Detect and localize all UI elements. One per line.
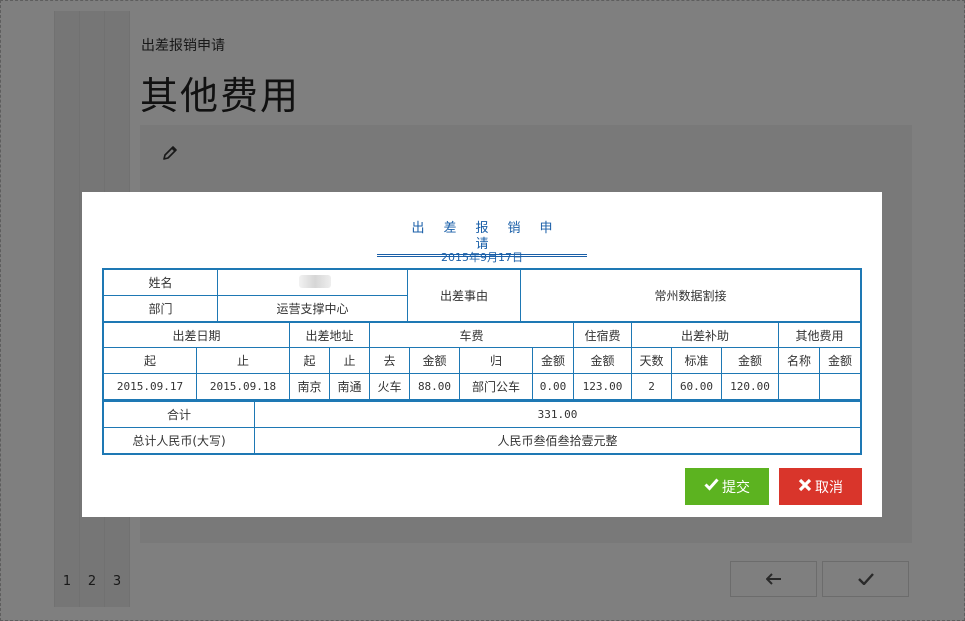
reason-value: 常州数据割接 bbox=[654, 289, 727, 303]
total-label: 合计 bbox=[166, 408, 191, 422]
subheader-go-amount: 金额 bbox=[422, 354, 447, 368]
subheader-standard: 标准 bbox=[684, 354, 709, 368]
reason-label: 出差事由 bbox=[439, 289, 488, 303]
total-value: 331.00 bbox=[537, 408, 578, 421]
subheader-end: 止 bbox=[236, 354, 249, 368]
header-fare: 车费 bbox=[459, 328, 484, 343]
header-lodging: 住宿费 bbox=[584, 328, 621, 343]
subheader-go: 去 bbox=[383, 354, 396, 368]
cancel-label: 取消 bbox=[815, 479, 843, 496]
row-start-date: 2015.09.17 bbox=[116, 380, 184, 393]
header-other: 其他费用 bbox=[795, 328, 844, 343]
subheader-lodging-amount: 金额 bbox=[590, 354, 615, 368]
row-standard: 60.00 bbox=[679, 380, 714, 393]
row-lodging-amount: 123.00 bbox=[582, 380, 623, 393]
subheader-start: 起 bbox=[143, 354, 156, 368]
row-back: 部门公车 bbox=[471, 380, 520, 394]
row-go-amount: 88.00 bbox=[417, 380, 452, 393]
name-value-redacted bbox=[299, 275, 331, 288]
row-allowance-amount: 120.00 bbox=[730, 380, 770, 393]
subheader-back: 归 bbox=[489, 354, 502, 368]
subheader-allowance-amount: 金额 bbox=[737, 354, 762, 368]
row-to: 南通 bbox=[337, 380, 362, 394]
form-date: 2015年9月17日 bbox=[441, 251, 523, 264]
row-other-name bbox=[779, 374, 819, 399]
subheader-other-name: 名称 bbox=[786, 354, 811, 368]
submit-button[interactable]: 提交 bbox=[685, 468, 769, 505]
cancel-button[interactable]: 取消 bbox=[779, 468, 862, 505]
submit-label: 提交 bbox=[722, 479, 750, 496]
subheader-days: 天数 bbox=[639, 354, 664, 368]
total-rmb-label: 总计人民币(大写) bbox=[132, 434, 226, 448]
subheader-back-amount: 金额 bbox=[540, 354, 565, 368]
dept-label: 部门 bbox=[148, 302, 173, 316]
row-other-amount bbox=[820, 374, 860, 399]
total-rmb-value: 人民币叁佰叁拾壹元整 bbox=[497, 434, 618, 448]
row-back-amount: 0.00 bbox=[539, 380, 567, 393]
row-days: 2 bbox=[648, 380, 655, 393]
row-from: 南京 bbox=[297, 380, 322, 394]
header-allowance: 出差补助 bbox=[680, 328, 729, 343]
row-end-date: 2015.09.18 bbox=[209, 380, 277, 393]
row-go: 火车 bbox=[377, 380, 402, 394]
close-icon bbox=[798, 478, 812, 496]
header-place: 出差地址 bbox=[305, 328, 354, 343]
header-date: 出差日期 bbox=[172, 328, 221, 343]
check-icon bbox=[704, 478, 719, 495]
subheader-from: 起 bbox=[303, 354, 316, 368]
name-label: 姓名 bbox=[148, 276, 173, 290]
subheader-other-amount: 金额 bbox=[827, 354, 852, 368]
subheader-to: 止 bbox=[343, 354, 356, 368]
dept-value: 运营支撑中心 bbox=[276, 302, 349, 316]
